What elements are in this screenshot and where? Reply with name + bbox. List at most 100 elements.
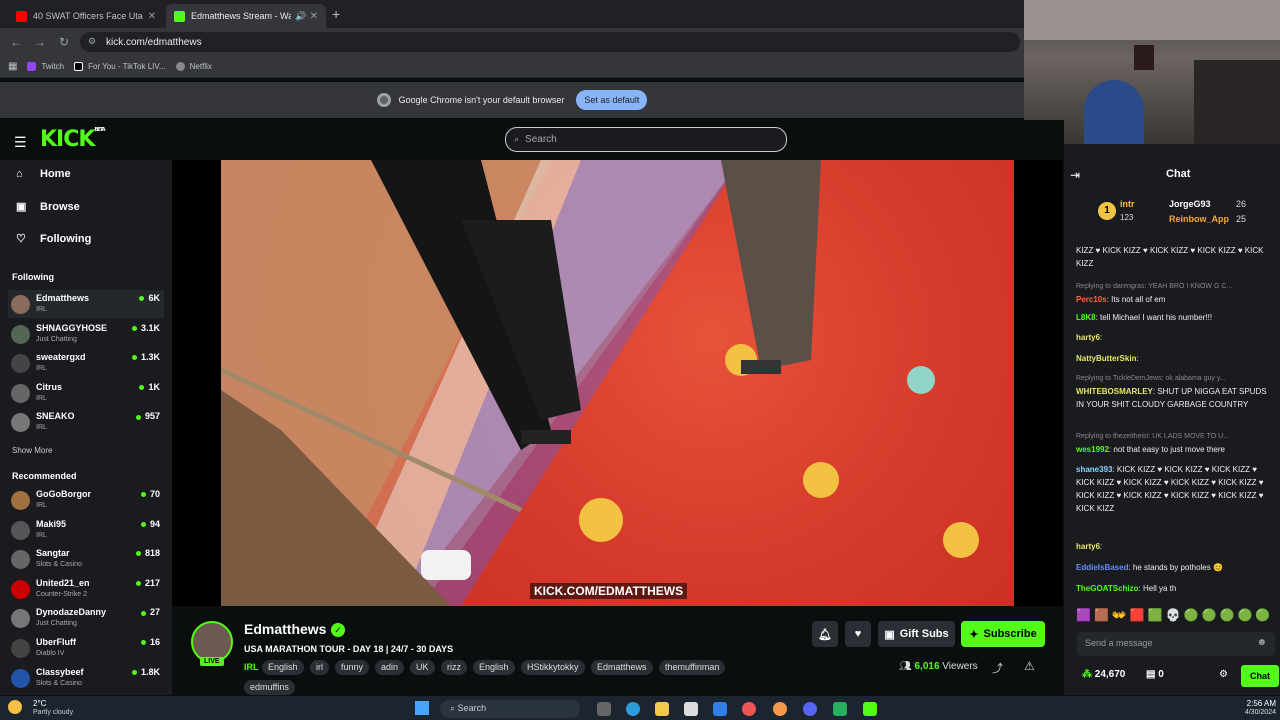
stream-tag[interactable]: edmuffins xyxy=(244,680,295,695)
reply-context: Replying to TickleDemJews: ok alabama gu… xyxy=(1076,375,1226,382)
nav-browse[interactable]: ▣ Browse xyxy=(16,200,80,214)
top-gifter-1[interactable]: intr xyxy=(1120,199,1135,209)
menu-icon[interactable]: ☰ xyxy=(14,134,27,151)
top-gifter-3[interactable]: Reinbow_App xyxy=(1169,214,1229,224)
stream-tag[interactable]: UK xyxy=(410,660,435,675)
taskbar-search[interactable]: ⌕ Search xyxy=(440,700,580,718)
channel-item[interactable]: Classybeef Slots & Casino 1.8K xyxy=(8,664,164,692)
stream-tag[interactable]: themuffinman xyxy=(659,660,726,675)
drops[interactable]: ▤ 0 xyxy=(1146,669,1164,680)
taskbar-search-label: Search xyxy=(457,703,487,713)
chat-username[interactable]: EddieIsBased xyxy=(1076,563,1128,572)
chat-username[interactable]: wes1992 xyxy=(1076,445,1109,454)
windows-start-icon[interactable] xyxy=(415,701,429,715)
channel-item[interactable]: SNEAKO IRL 957 xyxy=(8,408,164,436)
channel-item[interactable]: sweatergxd IRL 1.3K xyxy=(8,349,164,377)
channel-category: Just Chatting xyxy=(36,620,77,628)
discord-icon[interactable] xyxy=(803,702,817,716)
url-field[interactable]: ⚙ kick.com/edmatthews xyxy=(80,32,1020,52)
avatar xyxy=(11,354,30,374)
stream-tag[interactable]: Edmatthews xyxy=(591,660,653,675)
stream-tag[interactable]: English xyxy=(262,660,304,675)
nav-label: Home xyxy=(40,168,71,180)
chat-username[interactable]: TheGOATSchizo xyxy=(1076,584,1139,593)
reply-context: Replying to thezeitheist: UK LADS MOVE T… xyxy=(1076,433,1230,440)
nav-home[interactable]: ⌂ Home xyxy=(16,168,71,180)
close-icon[interactable]: ✕ xyxy=(310,11,318,22)
nav-following[interactable]: ♡ Following xyxy=(16,232,91,246)
forward-icon[interactable]: → xyxy=(28,35,52,49)
chat-text: : xyxy=(1136,354,1139,363)
weather-temp[interactable]: 2°C xyxy=(33,699,46,708)
viewer-count: 1.3K xyxy=(132,352,160,362)
stream-tag[interactable]: irl xyxy=(310,660,329,675)
search-input[interactable]: ⌕ Search xyxy=(505,127,787,152)
close-icon[interactable]: ✕ xyxy=(148,11,156,22)
top-gifter-2[interactable]: JorgeG93 xyxy=(1169,199,1211,209)
xbox-icon[interactable] xyxy=(833,702,847,716)
channel-item[interactable]: GoGoBorgor IRL 70 xyxy=(8,486,164,514)
channel-item[interactable]: UberFluff Diablo IV 16 xyxy=(8,634,164,662)
follow-button[interactable]: ♥ xyxy=(845,621,871,647)
chrome-icon[interactable] xyxy=(742,702,756,716)
apps-icon[interactable]: ▦ xyxy=(8,61,17,72)
chat-username[interactable]: WHITEBOSMARLEY xyxy=(1076,387,1153,396)
file-explorer-icon[interactable] xyxy=(655,702,669,716)
settings-icon[interactable]: ⚙ xyxy=(1219,669,1228,680)
set-default-button[interactable]: Set as default xyxy=(576,90,648,110)
stream-tag[interactable]: HStikkytokky xyxy=(521,660,585,675)
subscribe-button[interactable]: ✦ Subscribe xyxy=(961,621,1045,647)
emoji-icon[interactable]: ☻ xyxy=(1256,637,1267,648)
channel-item[interactable]: United21_en Counter-Strike 2 217 xyxy=(8,575,164,603)
chat-username[interactable]: harty6 xyxy=(1076,542,1100,551)
channel-item[interactable]: Edmatthews IRL 6K xyxy=(8,290,164,318)
store-icon[interactable] xyxy=(684,702,698,716)
chat-username[interactable]: NattyButterSkin xyxy=(1076,354,1136,363)
channel-item[interactable]: Citrus IRL 1K xyxy=(8,379,164,407)
bookmark-tiktok[interactable]: For You - TikTok LIV... xyxy=(74,62,166,71)
collapse-chat-icon[interactable]: ⇥ xyxy=(1070,168,1080,182)
report-icon[interactable]: ⚠ xyxy=(1024,659,1035,673)
site-info-icon[interactable]: ⚙ xyxy=(88,36,96,47)
mail-icon[interactable] xyxy=(713,702,727,716)
channel-category: Just Chatting xyxy=(36,335,77,343)
stream-category[interactable]: IRL xyxy=(244,662,259,672)
twitch-icon xyxy=(27,62,37,71)
edge-icon[interactable] xyxy=(626,702,640,716)
channel-item[interactable]: DynodazeDanny Just Chatting 27 xyxy=(8,604,164,632)
chat-send-button[interactable]: Chat xyxy=(1241,665,1279,687)
chat-username[interactable]: L8K8 xyxy=(1076,313,1096,322)
kick-logo[interactable]: KICKBETA xyxy=(40,127,106,152)
back-icon[interactable]: ← xyxy=(4,35,28,49)
task-view-icon[interactable] xyxy=(597,702,611,716)
show-more-link[interactable]: Show More xyxy=(12,446,52,455)
stream-tag[interactable]: funny xyxy=(335,660,370,675)
stream-tag[interactable]: rizz xyxy=(441,660,467,675)
kick-app-icon[interactable] xyxy=(863,702,877,716)
video-frame[interactable] xyxy=(221,160,1014,606)
app-icon[interactable] xyxy=(773,702,787,716)
notification-button[interactable]: 🔔︎ xyxy=(812,621,838,647)
chat-username[interactable]: harty6 xyxy=(1076,333,1100,342)
chat-username[interactable]: shane393 xyxy=(1076,465,1112,474)
tab-kick[interactable]: Edmatthews Stream - Watc 🔊 ✕ xyxy=(166,4,326,28)
channel-item[interactable]: Sangtar Slots & Casino 818 xyxy=(8,545,164,573)
chat-username[interactable]: Perc10s xyxy=(1076,295,1107,304)
bookmark-twitch[interactable]: Twitch xyxy=(27,62,64,71)
tab-youtube[interactable]: 40 SWAT Officers Face Utah's D ✕ xyxy=(8,4,164,28)
streamer-name[interactable]: Edmatthews xyxy=(244,621,326,637)
gift-subs-button[interactable]: ▣ Gift Subs xyxy=(878,621,955,647)
bookmark-netflix[interactable]: Netflix xyxy=(175,62,212,71)
plus-icon[interactable]: + xyxy=(332,6,340,22)
stream-tag[interactable]: adin xyxy=(375,660,405,675)
channel-item[interactable]: Maki95 IRL 94 xyxy=(8,516,164,544)
emote-bar[interactable]: 🟪🟫👐🟥🟩💀🟢🟢🟢🟢🟢 xyxy=(1076,608,1276,624)
speaker-icon[interactable]: 🔊 xyxy=(295,11,306,22)
clock-time[interactable]: 2:56 AM xyxy=(1236,699,1276,708)
stream-tag[interactable]: English xyxy=(473,660,515,675)
share-icon[interactable]: ⤴ xyxy=(992,660,1003,676)
channel-points[interactable]: ⁂ 24,670 xyxy=(1082,669,1125,680)
reload-icon[interactable]: ↻ xyxy=(52,35,76,49)
channel-item[interactable]: SHNAGGYHOSE Just Chatting 3.1K xyxy=(8,320,164,348)
chat-input[interactable]: Send a message ☻ xyxy=(1077,632,1275,656)
